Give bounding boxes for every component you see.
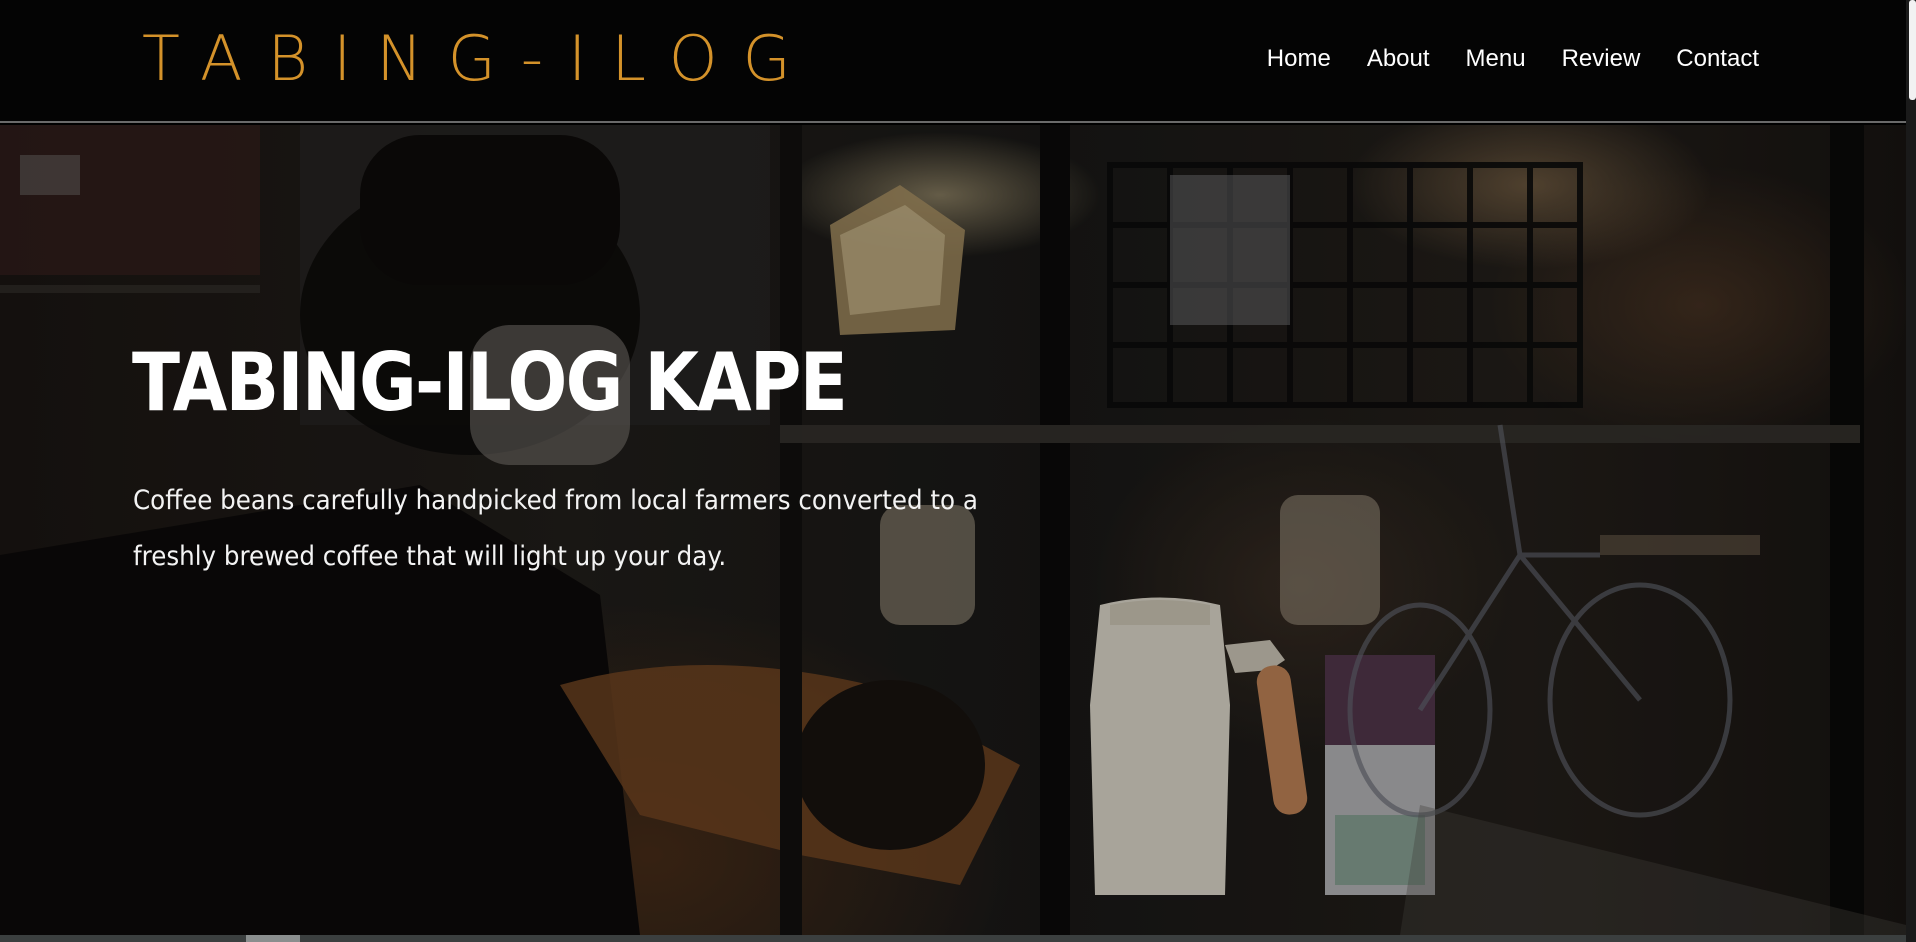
hero-title: TABING-ILOG KAPE xyxy=(132,336,848,429)
nav-contact-link[interactable]: Contact xyxy=(1676,42,1759,76)
hero-subtitle: Coffee beans carefully handpicked from l… xyxy=(133,485,978,572)
hero-section: TABING-ILOG KAPE Coffee beans carefully … xyxy=(0,125,1906,935)
vertical-scrollbar-thumb[interactable] xyxy=(1909,0,1916,100)
nav-menu-link[interactable]: Menu xyxy=(1466,42,1526,76)
site-header: TABING-ILOG Home About Menu Review Conta… xyxy=(0,0,1906,123)
nav-home-link[interactable]: Home xyxy=(1267,42,1331,76)
nav-review-link[interactable]: Review xyxy=(1562,42,1641,76)
main-nav: Home About Menu Review Contact xyxy=(1267,42,1759,76)
vertical-scrollbar[interactable] xyxy=(1906,0,1916,942)
site-logo[interactable]: TABING-ILOG xyxy=(142,20,816,98)
nav-about-link[interactable]: About xyxy=(1367,42,1430,76)
horizontal-scrollbar-thumb[interactable] xyxy=(246,935,300,942)
page: TABING-ILOG Home About Menu Review Conta… xyxy=(0,0,1916,942)
